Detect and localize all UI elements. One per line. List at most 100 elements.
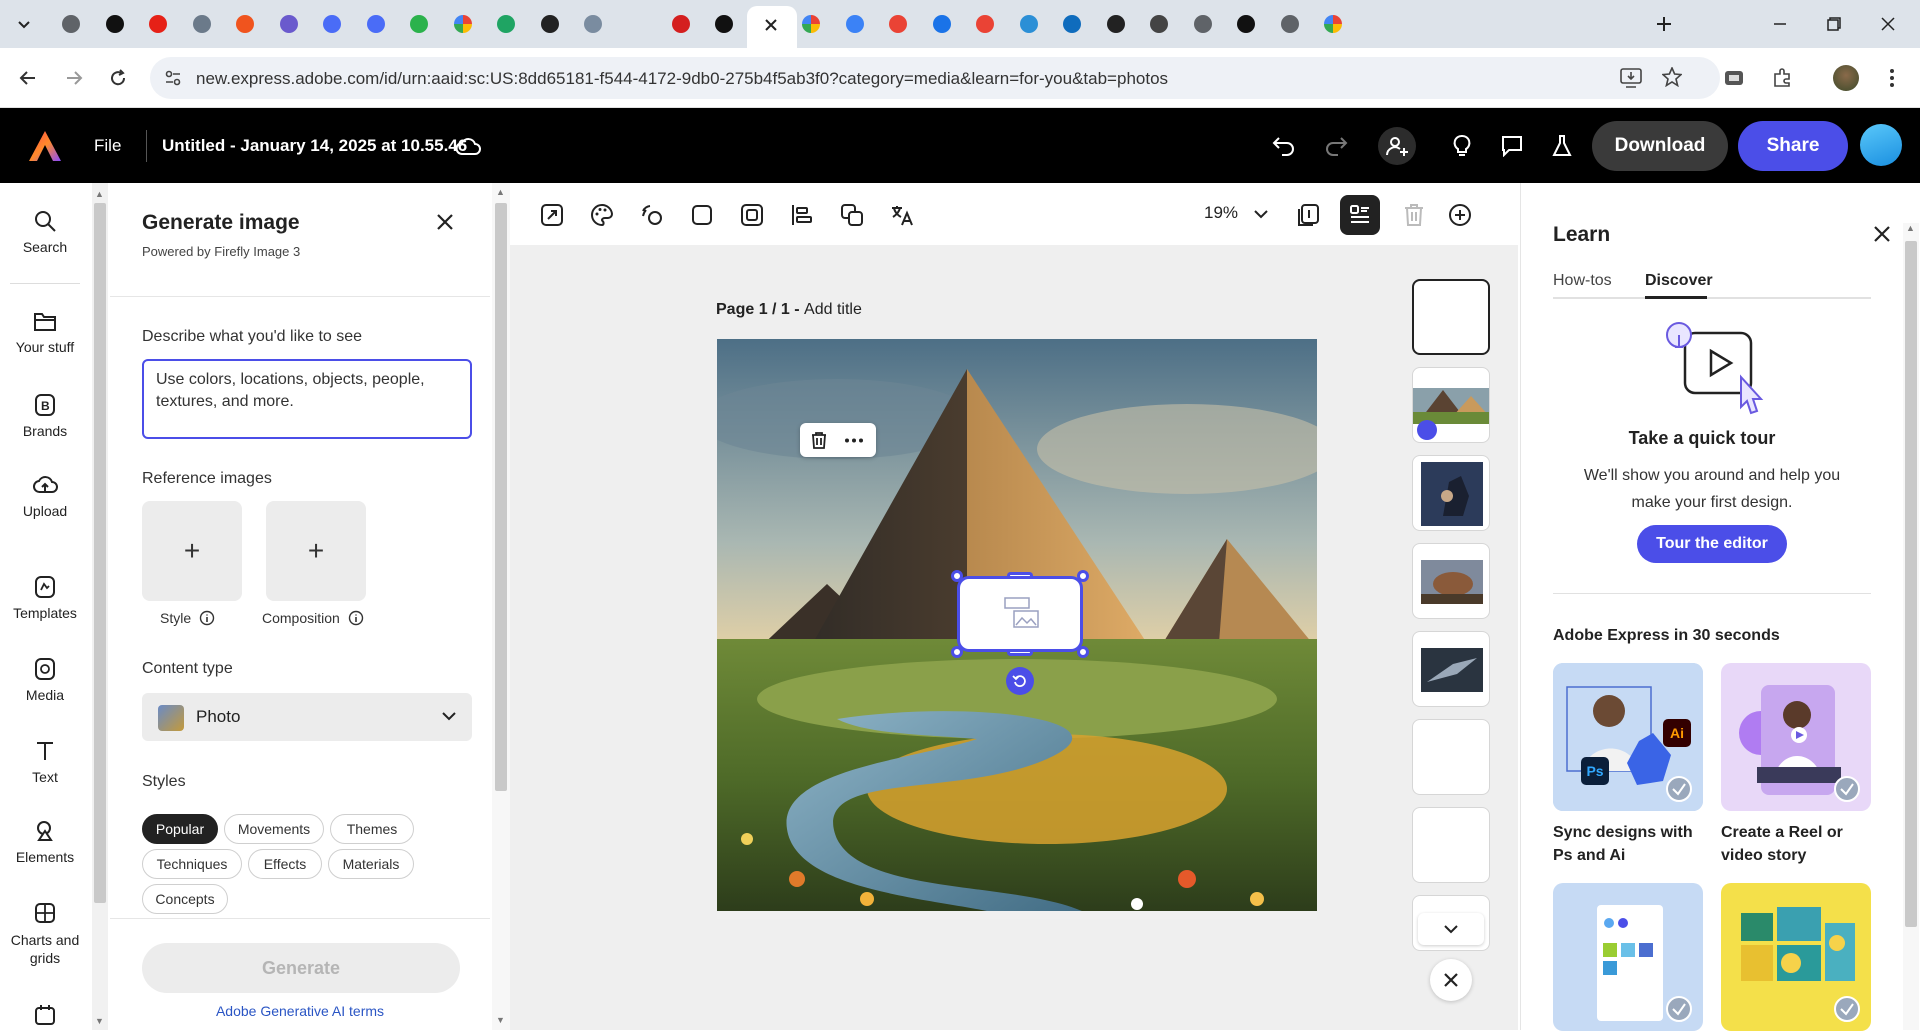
composition-reference-add[interactable]: + [266, 501, 366, 601]
rail-your-stuff[interactable]: Your stuff [0, 311, 90, 355]
comments-icon[interactable] [1496, 130, 1528, 162]
restore-icon[interactable] [1814, 10, 1854, 38]
zoom-chevron-icon[interactable] [1254, 209, 1268, 219]
gemini-tab-icon[interactable] [842, 11, 868, 37]
undo-icon[interactable] [1268, 130, 1300, 162]
rail-charts[interactable]: Charts and grids [0, 901, 90, 967]
resize-handle-tr[interactable] [1077, 570, 1089, 582]
learn-scrollbar[interactable]: ▲ [1903, 223, 1919, 1030]
user-avatar[interactable] [1860, 124, 1902, 166]
resize-handle-br[interactable] [1077, 646, 1089, 658]
animate-icon[interactable] [638, 201, 666, 229]
edge-tab-icon[interactable] [1016, 11, 1042, 37]
rail-templates[interactable]: Templates [0, 575, 90, 621]
card1-title[interactable]: Sync designs with Ps and Ai [1553, 821, 1703, 867]
rail-search[interactable]: Search [0, 209, 90, 255]
medium-tab-icon[interactable] [1103, 11, 1129, 37]
card2-title[interactable]: Create a Reel or video story [1721, 821, 1871, 867]
meet-tab-icon[interactable] [319, 11, 345, 37]
google-tab-icon[interactable] [450, 11, 476, 37]
outlook-tab-icon[interactable] [1059, 11, 1085, 37]
extensions-puzzle-icon[interactable] [1766, 62, 1798, 94]
style-chip-effects[interactable]: Effects [248, 849, 322, 879]
close-window-icon[interactable] [1868, 10, 1908, 38]
tab-discover[interactable]: Discover [1645, 272, 1713, 290]
chat-tab-icon[interactable] [276, 11, 302, 37]
image-thumbnail[interactable] [1412, 631, 1490, 707]
acrobat-tab-icon[interactable] [668, 11, 694, 37]
frame-icon[interactable] [738, 201, 766, 229]
video-card-reel[interactable] [1721, 663, 1871, 811]
back-icon[interactable] [12, 62, 44, 94]
delete-page-icon[interactable] [1400, 201, 1428, 229]
learn-scroll-thumb[interactable] [1905, 241, 1917, 927]
delete-element-icon[interactable] [810, 431, 828, 449]
rail-scroll-thumb[interactable] [94, 203, 106, 903]
blank-page-thumbnail[interactable] [1412, 807, 1490, 883]
selected-placeholder-element[interactable] [957, 576, 1083, 652]
redo-icon[interactable] [1320, 130, 1352, 162]
ai-terms-link[interactable]: Adobe Generative AI terms [110, 1003, 490, 1019]
scroll-thumbnails-down-icon[interactable] [1418, 913, 1484, 945]
generate-button[interactable]: Generate [142, 943, 460, 993]
reload-icon[interactable] [102, 62, 134, 94]
browser-menu-icon[interactable] [1876, 62, 1908, 94]
omnibox[interactable]: new.express.adobe.com/id/urn:aaid:sc:US:… [150, 57, 1720, 99]
resize-handle-bl[interactable] [951, 646, 963, 658]
rail-more[interactable] [0, 1003, 90, 1033]
translate-icon[interactable] [888, 201, 916, 229]
url-text[interactable]: new.express.adobe.com/id/urn:aaid:sc:US:… [196, 69, 1168, 89]
invite-person-icon[interactable] [1378, 127, 1416, 165]
info-icon[interactable] [199, 610, 215, 626]
page-manager-icon[interactable] [1340, 195, 1380, 235]
close-learn-icon[interactable] [1873, 225, 1891, 243]
palette-icon[interactable] [588, 201, 616, 229]
google-tab-icon[interactable] [1320, 11, 1346, 37]
style-chip-concepts[interactable]: Concepts [142, 884, 228, 914]
info-icon[interactable] [348, 610, 364, 626]
gmail-tab-icon[interactable] [885, 11, 911, 37]
extension-icon[interactable] [1718, 62, 1750, 94]
feedly-tab-icon[interactable] [406, 11, 432, 37]
rotate-handle-icon[interactable] [1006, 667, 1034, 695]
close-tab-icon[interactable] [763, 17, 779, 33]
style-chip-popular[interactable]: Popular [142, 814, 218, 844]
rail-brands[interactable]: B Brands [0, 393, 90, 439]
pen-tab-icon[interactable] [537, 11, 563, 37]
audio-tab-icon[interactable] [232, 11, 258, 37]
style-chip-movements[interactable]: Movements [224, 814, 324, 844]
lightbulb-icon[interactable] [1446, 130, 1478, 162]
blank-page-thumbnail[interactable] [1412, 719, 1490, 795]
tab-search-icon[interactable] [6, 10, 42, 38]
more-options-icon[interactable] [844, 438, 864, 443]
resize-handle-top[interactable] [1007, 572, 1033, 579]
prompt-textarea[interactable]: Use colors, locations, objects, people, … [142, 359, 472, 439]
notion-tab-icon[interactable] [102, 11, 128, 37]
share-button[interactable]: Share [1738, 121, 1848, 171]
youtube-tab-icon[interactable] [145, 11, 171, 37]
style-chip-techniques[interactable]: Techniques [142, 849, 242, 879]
site-info-icon[interactable] [164, 69, 182, 87]
forward-icon[interactable] [58, 62, 90, 94]
adobe-express-logo[interactable] [28, 130, 62, 162]
resize-handle-bottom[interactable] [1007, 649, 1033, 656]
video-card-brand[interactable] [1553, 883, 1703, 1031]
close-panel-icon[interactable] [436, 213, 454, 231]
doc-blue-tab-icon[interactable] [929, 11, 955, 37]
rail-media[interactable]: Media [0, 657, 90, 703]
rail-elements[interactable]: Elements [0, 819, 90, 865]
image-thumbnail[interactable] [1412, 543, 1490, 619]
install-app-icon[interactable] [1620, 68, 1642, 88]
tab-howtos[interactable]: How-tos [1553, 272, 1612, 290]
resize-handle-tl[interactable] [951, 570, 963, 582]
profile-avatar[interactable] [1830, 62, 1862, 94]
page-count-icon[interactable] [1294, 201, 1322, 229]
download-button[interactable]: Download [1592, 121, 1728, 171]
content-type-select[interactable]: Photo [142, 693, 472, 741]
style-chip-themes[interactable]: Themes [330, 814, 414, 844]
wikipedia-tab-icon[interactable] [1146, 11, 1172, 37]
add-page-icon[interactable] [1446, 201, 1474, 229]
zoom-value[interactable]: 19% [1204, 203, 1238, 223]
meet-tab-icon[interactable] [363, 11, 389, 37]
drive-tab-icon[interactable] [493, 11, 519, 37]
